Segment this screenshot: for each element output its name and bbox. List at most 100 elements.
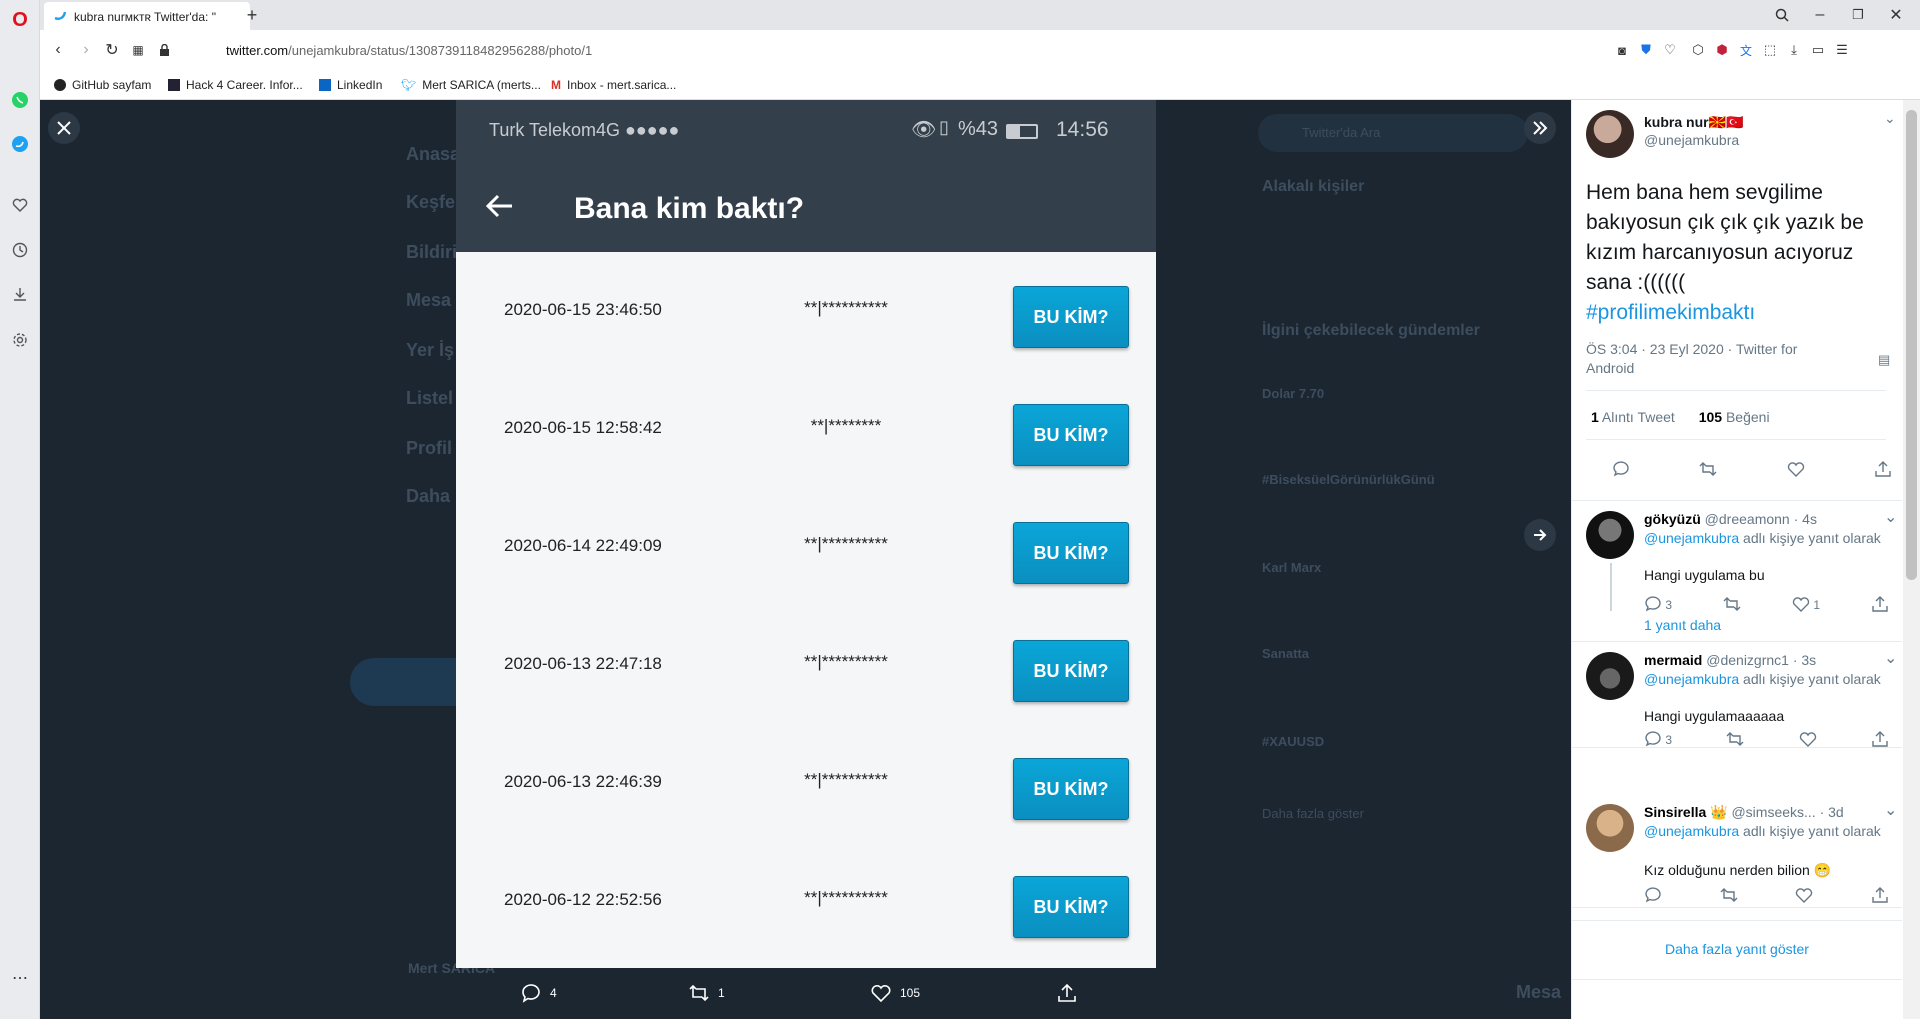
masked-name: **|******** (810, 416, 882, 435)
reply-menu-chevron-icon[interactable]: ⌄ (1884, 800, 1897, 820)
retweet-icon[interactable] (1699, 460, 1717, 478)
whatsapp-icon[interactable] (8, 88, 32, 112)
who-button: BU KİM? (1013, 522, 1129, 584)
heart-icon[interactable] (8, 193, 32, 217)
snapshot-icon[interactable]: ◙ (1610, 38, 1634, 62)
reply-to-link[interactable]: @unejamkubra (1644, 530, 1739, 546)
like-action[interactable]: 105 (870, 982, 920, 1004)
next-photo-button[interactable] (1524, 519, 1556, 551)
extension-cube-icon[interactable]: ⬡ (1686, 38, 1710, 62)
close-window-icon[interactable]: ✕ (1884, 3, 1908, 27)
reply-name[interactable]: gökyüzü (1644, 511, 1701, 527)
reply-avatar[interactable] (1586, 652, 1634, 700)
reply-reply-action[interactable]: 3 (1644, 730, 1672, 748)
downloads-icon[interactable] (8, 282, 32, 306)
browser-tab[interactable]: kubra nurᴍᴋᴛʀ Twitter'da: " (44, 2, 250, 30)
restore-icon[interactable]: ❐ (1846, 3, 1870, 27)
minimize-icon[interactable]: – (1808, 3, 1832, 27)
like-icon[interactable] (1799, 730, 1817, 748)
visitor-row: 2020-06-13 22:47:18 **|********** BU KİM… (456, 606, 1156, 724)
tweet-analytics-icon[interactable]: ▤ (1878, 352, 1890, 368)
retweet-icon[interactable] (1720, 886, 1738, 904)
reply-time[interactable]: · 4s (1794, 511, 1817, 527)
reply-reply-action[interactable]: 3 (1644, 595, 1672, 613)
reply-icon[interactable] (1644, 886, 1662, 904)
tweet-menu-chevron-icon[interactable]: ⌄ (1884, 110, 1896, 127)
reply-menu-chevron-icon[interactable]: ⌄ (1884, 507, 1897, 527)
settings-icon[interactable] (8, 328, 32, 352)
reply-to-link[interactable]: @unejamkubra (1644, 671, 1739, 687)
like-icon[interactable] (1787, 460, 1805, 478)
reply-item[interactable]: Sinsirella 👑 @simseeks... · 3d ⌄ @unejam… (1572, 790, 1902, 908)
reply-name[interactable]: Sinsirella 👑 (1644, 804, 1728, 820)
opera-logo-icon[interactable]: O (8, 8, 32, 32)
retweet-icon[interactable] (1723, 595, 1741, 613)
search-tabs-icon[interactable] (1770, 3, 1794, 27)
new-tab-button[interactable]: + (240, 3, 264, 27)
show-more-replies-link[interactable]: Daha fazla yanıt göster (1665, 941, 1809, 957)
reply-icon[interactable] (1612, 460, 1630, 478)
box-icon[interactable]: ⬚ (1758, 38, 1782, 62)
reply-action[interactable]: 4 (520, 982, 557, 1004)
collapse-panel-button[interactable] (1524, 112, 1556, 144)
download-icon[interactable]: ⤓ (1782, 38, 1806, 62)
share-icon[interactable] (1871, 886, 1889, 904)
reply-menu-chevron-icon[interactable]: ⌄ (1884, 648, 1897, 668)
url-path: /unejamkubra/status/1308739118482956288/… (288, 43, 593, 58)
easy-setup-icon[interactable]: ☰ (1830, 38, 1854, 62)
battery-saver-icon[interactable]: ▭ (1806, 38, 1830, 62)
bookmark-linkedin[interactable]: LinkedIn (319, 78, 382, 92)
share-action[interactable] (1056, 982, 1078, 1004)
close-photo-button[interactable] (48, 112, 80, 144)
share-icon[interactable] (1871, 595, 1889, 613)
author-name[interactable]: kubra nur🇲🇰🇹🇷 (1644, 114, 1743, 131)
quote-label[interactable]: Alıntı Tweet (1602, 409, 1675, 425)
share-icon[interactable] (1871, 730, 1889, 748)
reply-avatar[interactable] (1586, 511, 1634, 559)
reply-handle[interactable]: @dreeamonn (1705, 511, 1790, 527)
speed-dial-icon[interactable]: ▦ (126, 38, 150, 62)
tweet-body: Hem bana hem sevgilime bakıyosun çık çık… (1586, 181, 1864, 294)
reply-handle[interactable]: @denizgrnc1 (1706, 652, 1789, 668)
translate-icon[interactable]: 文 (1734, 38, 1758, 62)
retweet-action[interactable]: 1 (688, 982, 725, 1004)
reply-avatar[interactable] (1586, 804, 1634, 852)
back-icon[interactable]: ‹ (46, 38, 70, 62)
tweet-text: Hem bana hem sevgilime bakıyosun çık çık… (1586, 178, 1901, 328)
like-icon[interactable] (1795, 886, 1813, 904)
author-avatar[interactable] (1586, 110, 1634, 158)
bookmark-mert-twitter[interactable]: 🐦︎ Mert SARICA (merts... (401, 78, 541, 92)
url-field[interactable]: twitter.com/unejamkubra/status/130873911… (226, 43, 592, 58)
like-label[interactable]: Beğeni (1726, 409, 1770, 425)
reply-to-link[interactable]: @unejamkubra (1644, 823, 1739, 839)
reply-name[interactable]: mermaid (1644, 652, 1702, 668)
page-scrollbar[interactable] (1903, 100, 1920, 1019)
more-dots-icon[interactable]: ⋯ (8, 966, 32, 990)
shield-icon[interactable]: ⛊ (1634, 38, 1658, 62)
tweet-photo[interactable]: Turk Telekom4G ●●●●● 👁︎ ▯ %43 14:56 Bana… (456, 100, 1156, 968)
share-icon[interactable] (1874, 460, 1892, 478)
reply-like-action[interactable]: 1 (1792, 595, 1820, 613)
more-thread-replies-link[interactable]: 1 yanıt daha (1644, 617, 1721, 633)
retweet-icon[interactable] (1726, 730, 1744, 748)
reply-time[interactable]: · 3d (1820, 804, 1844, 820)
bg-messages: Mesa (1516, 982, 1562, 1002)
author-handle[interactable]: @unejamkubra (1644, 132, 1739, 148)
url-domain: twitter.com (226, 43, 289, 58)
reply-time[interactable]: · 3s (1793, 652, 1816, 668)
twitter-icon[interactable] (8, 132, 32, 156)
bookmark-gmail[interactable]: M Inbox - mert.sarica... (551, 78, 676, 92)
forward-icon[interactable]: › (74, 38, 98, 62)
reply-handle[interactable]: @simseeks... (1731, 804, 1815, 820)
tweet-hashtag[interactable]: #profilimekimbaktı (1586, 298, 1901, 328)
bookmark-hack4career[interactable]: Hack 4 Career. Infor... (168, 78, 303, 92)
reply-reply-count: 3 (1665, 598, 1673, 612)
reply-item[interactable]: mermaid @denizgrnc1 · 3s ⌄ @unejamkubra … (1572, 642, 1902, 748)
heart-bookmark-icon[interactable]: ♡ (1658, 38, 1682, 62)
history-icon[interactable] (8, 238, 32, 262)
extension-red-icon[interactable]: ⬢ (1710, 38, 1734, 62)
scrollbar-thumb[interactable] (1906, 110, 1917, 580)
reply-item[interactable]: gökyüzü @dreeamonn · 4s ⌄ @unejamkubra a… (1572, 500, 1902, 642)
reload-icon[interactable]: ↻ (100, 38, 124, 62)
bookmark-github[interactable]: GitHub sayfam (54, 78, 151, 92)
